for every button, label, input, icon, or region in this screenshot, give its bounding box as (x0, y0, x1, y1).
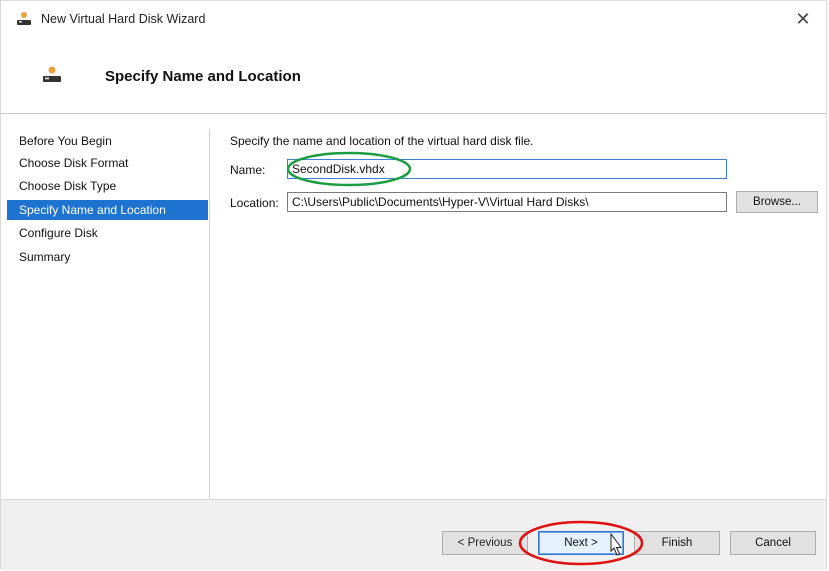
wizard-header: Specify Name and Location (1, 37, 826, 113)
previous-button[interactable]: < Previous (442, 531, 528, 555)
main-content: Specify the name and location of the vir… (211, 114, 826, 499)
sidebar-divider (209, 129, 210, 499)
disk-user-icon (17, 12, 31, 25)
sidebar-item-before-you-begin[interactable]: Before You Begin (7, 131, 208, 151)
sidebar-item-specify-name-and-location[interactable]: Specify Name and Location (7, 200, 208, 220)
close-button[interactable]: ✕ (780, 1, 826, 37)
instruction-text: Specify the name and location of the vir… (230, 134, 534, 148)
sidebar-item-choose-disk-format[interactable]: Choose Disk Format (7, 153, 208, 173)
wizard-window: New Virtual Hard Disk Wizard ✕ Specify N… (0, 0, 827, 570)
sidebar-item-choose-disk-type[interactable]: Choose Disk Type (7, 176, 208, 196)
next-button[interactable]: Next > (538, 531, 624, 555)
wizard-steps-sidebar: Before You Begin Choose Disk Format Choo… (1, 114, 211, 499)
window-title: New Virtual Hard Disk Wizard (41, 12, 206, 26)
name-label: Name: (230, 163, 266, 177)
location-field[interactable]: C:\Users\Public\Documents\Hyper-V\Virtua… (287, 192, 727, 212)
disk-user-icon (43, 66, 61, 82)
sidebar-item-summary[interactable]: Summary (7, 247, 208, 267)
page-title: Specify Name and Location (105, 68, 301, 85)
browse-button[interactable]: Browse... (736, 191, 818, 213)
location-label: Location: (230, 196, 279, 210)
finish-button[interactable]: Finish (634, 531, 720, 555)
wizard-footer: < Previous Next > Finish Cancel (1, 500, 826, 570)
sidebar-item-configure-disk[interactable]: Configure Disk (7, 223, 208, 243)
cancel-button[interactable]: Cancel (730, 531, 816, 555)
name-field[interactable]: SecondDisk.vhdx (287, 159, 727, 179)
title-bar: New Virtual Hard Disk Wizard ✕ (1, 1, 826, 37)
close-icon: ✕ (795, 9, 811, 29)
